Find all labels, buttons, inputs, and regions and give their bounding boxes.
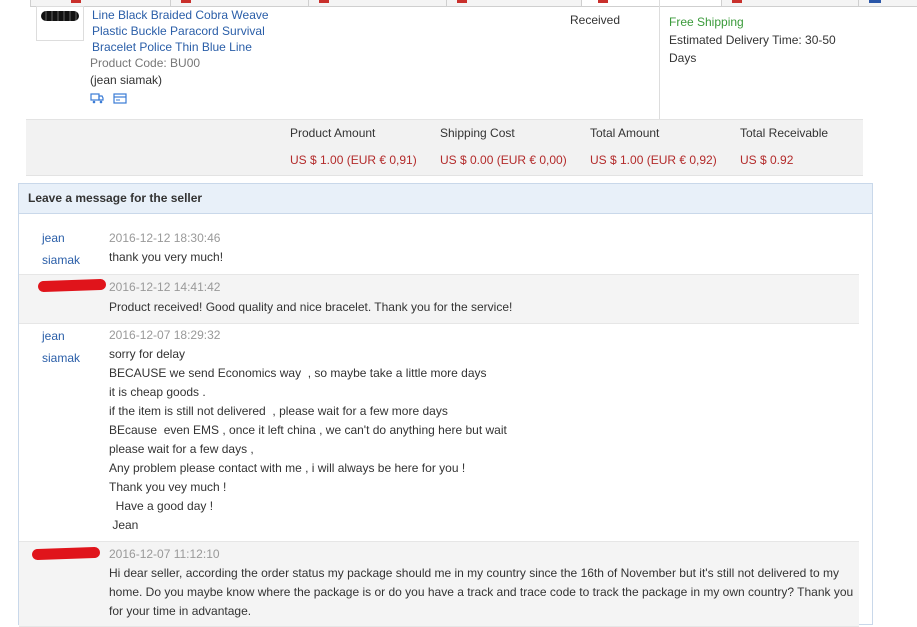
message-time: 2016-12-07 18:29:32 [109, 328, 221, 342]
tab[interactable] [721, 0, 860, 7]
message-time: 2016-12-12 18:30:46 [109, 231, 221, 245]
redacted-author [31, 546, 101, 561]
tab[interactable] [446, 0, 583, 7]
product-amount-label: Product Amount [290, 126, 376, 140]
message-line: Have a good day ! [109, 499, 214, 513]
total-receivable-label: Total Receivable [740, 126, 829, 140]
message-body: sorry for delay BECAUSE we send Economic… [109, 345, 854, 535]
message-author[interactable]: jean siamak [42, 227, 102, 271]
tab[interactable] [308, 0, 448, 7]
message-body: thank you very much! [109, 248, 854, 267]
tab[interactable] [170, 0, 310, 7]
message-body: Product received! Good quality and nice … [109, 298, 854, 317]
message-line: sorry for delay [109, 347, 186, 361]
product-name-link[interactable]: Line Black Braided Cobra Weave Plastic B… [92, 7, 292, 55]
total-amount-value: US $ 1.00 (EUR € 0,92) [590, 153, 717, 167]
shipping-cost: Shipping Cost US $ 0.00 (EUR € 0,00) [440, 126, 567, 167]
message-text: Hi dear seller, according the order stat… [109, 566, 854, 618]
message-time: 2016-12-07 11:12:10 [109, 547, 220, 561]
product-amount-value: US $ 1.00 (EUR € 0,91) [290, 153, 417, 167]
shipping-info: Free Shipping Estimated Delivery Time: 3… [669, 13, 859, 67]
message-line: BEcause even EMS , once it left china , … [109, 423, 507, 437]
total-amount: Total Amount US $ 1.00 (EUR € 0,92) [590, 126, 717, 167]
message-panel: Leave a message for the seller jean siam… [18, 183, 873, 627]
order-tabs-strip [0, 0, 917, 7]
message-author[interactable]: jean siamak [42, 325, 102, 369]
message-line: BECAUSE we send Economics way , so maybe… [109, 366, 487, 380]
message-item: jean siamak 2016-12-07 18:29:32 sorry fo… [19, 323, 859, 541]
author-last-name[interactable]: siamak [42, 249, 102, 271]
message-body: Hi dear seller, according the order stat… [109, 564, 854, 621]
product-icons [90, 92, 133, 106]
total-amount-label: Total Amount [590, 126, 660, 140]
shipping-method: Free Shipping [669, 15, 744, 29]
message-time: 2016-12-12 14:41:42 [109, 280, 221, 294]
message-line: please wait for a few days , [109, 442, 254, 456]
product-code: Product Code: BU00 [90, 56, 201, 70]
total-receivable-value: US $ 0.92 [740, 153, 794, 167]
message-line: Jean [109, 518, 139, 532]
message-item: 2016-12-12 14:41:42 Product received! Go… [19, 274, 859, 324]
column-divider [659, 0, 660, 119]
message-line: it is cheap goods . [109, 385, 206, 399]
card-icon[interactable] [113, 92, 127, 104]
product-amount: Product Amount US $ 1.00 (EUR € 0,91) [290, 126, 417, 167]
author-last-name[interactable]: siamak [42, 347, 102, 369]
message-item: jean siamak 2016-12-12 18:30:46 thank yo… [19, 224, 859, 274]
message-item: 2016-12-07 11:12:10 Hi dear seller, acco… [19, 541, 859, 627]
message-line: Any problem please contact with me , i w… [109, 461, 466, 475]
message-panel-title: Leave a message for the seller [19, 184, 872, 214]
delivery-time: Estimated Delivery Time: 30-50 Days [669, 33, 836, 65]
shipping-cost-value: US $ 0.00 (EUR € 0,00) [440, 153, 567, 167]
product-thumbnail[interactable] [36, 6, 84, 41]
author-first-name[interactable]: jean [42, 325, 102, 347]
message-line: thank you very much! [109, 250, 224, 264]
redacted-author [37, 278, 107, 293]
message-line: if the item is still not delivered , ple… [109, 404, 448, 418]
shipping-truck-icon[interactable] [90, 92, 104, 104]
tab[interactable] [858, 0, 917, 7]
order-totals: Product Amount US $ 1.00 (EUR € 0,91) Sh… [26, 119, 863, 176]
tab-active[interactable] [581, 0, 723, 7]
message-line: Product received! Good quality and nice … [109, 300, 513, 314]
message-line: Thank you vey much ! [109, 480, 227, 494]
shipping-cost-label: Shipping Cost [440, 126, 515, 140]
product-seller: (jean siamak) [90, 73, 163, 87]
total-receivable: Total Receivable US $ 0.92 [740, 126, 828, 167]
order-status: Received [570, 13, 621, 27]
author-first-name[interactable]: jean [42, 227, 102, 249]
